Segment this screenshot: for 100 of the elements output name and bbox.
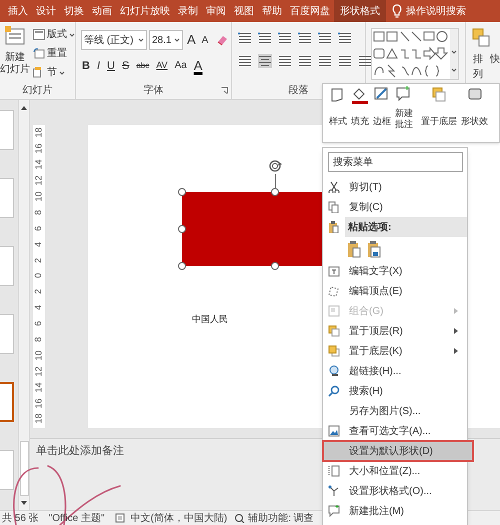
ruler-number: 6	[34, 321, 44, 326]
slide-thumbnail[interactable]	[0, 382, 14, 422]
slide-thumbnail[interactable]	[0, 110, 14, 150]
send-back-icon	[328, 345, 340, 357]
ruler-number: 2	[34, 289, 44, 294]
menu-item[interactable]: 复制(C)	[323, 197, 467, 217]
scissors-icon	[328, 181, 340, 193]
status-text: 中文(简体，中国大陆)	[130, 512, 228, 525]
rotate-icon	[268, 159, 282, 173]
line-spacing-icon	[318, 31, 332, 45]
arrange-button[interactable]: 排列	[472, 52, 484, 82]
grow-font-button[interactable]: A	[185, 30, 198, 50]
ribbon-tab[interactable]: 帮助	[258, 0, 286, 22]
increase-indent-icon	[298, 31, 312, 45]
menu-item[interactable]: 另存为图片(S)...	[323, 401, 467, 421]
format-button[interactable]: AV	[155, 59, 169, 72]
numbering-icon	[258, 31, 272, 45]
resize-handle[interactable]	[178, 262, 186, 270]
ribbon-tab[interactable]: 设计	[32, 0, 60, 22]
ribbon-tab[interactable]: 幻灯片放映	[116, 0, 174, 22]
mini-toolbar-button[interactable]: 边框	[371, 84, 393, 142]
ribbon-tab[interactable]: 形状格式	[334, 0, 386, 22]
new-slide-button[interactable]: 新建 幻灯片	[0, 22, 30, 81]
fill-icon	[351, 86, 369, 104]
status-text: 辅助功能: 调查	[248, 512, 314, 525]
resize-handle[interactable]	[178, 225, 186, 233]
format-brush-icon	[328, 485, 340, 497]
justify-icon	[298, 54, 312, 68]
tell-me-search[interactable]: 操作说明搜索	[406, 4, 466, 18]
mini-toolbar-button[interactable]: 形状效	[459, 84, 490, 142]
submenu-arrow-icon	[453, 307, 459, 315]
slide-thumbnail[interactable]	[0, 314, 14, 354]
ribbon-tab[interactable]: 动画	[88, 0, 116, 22]
slide-thumbnail[interactable]	[0, 246, 14, 286]
ribbon-button[interactable]: 重置	[33, 47, 75, 60]
format-button[interactable]: abc	[135, 60, 150, 72]
group-icon	[328, 305, 340, 317]
ruler-number: 8	[34, 337, 44, 342]
menu-item[interactable]: 编辑顶点(E)	[323, 281, 467, 301]
menu-item[interactable]: 置于顶层(R)	[323, 321, 467, 341]
ruler-number: 0	[34, 273, 44, 278]
menu-item[interactable]: 编辑文字(X)	[323, 261, 467, 281]
shrink-font-button[interactable]: A	[200, 32, 210, 48]
ribbon-tab[interactable]: 切换	[60, 0, 88, 22]
format-button[interactable]: A	[192, 56, 204, 76]
menu-item[interactable]: 置于底层(K)	[323, 341, 467, 361]
submenu-arrow-icon	[453, 347, 459, 355]
ruler-number: 18	[34, 414, 44, 424]
ruler-number: 4	[34, 242, 44, 247]
resize-handle[interactable]	[271, 188, 279, 196]
mini-toolbar-button[interactable]: 新建 批注	[393, 84, 415, 142]
decrease-indent-icon	[278, 31, 292, 45]
ruler-number: 16	[34, 144, 44, 154]
slide-icon	[5, 26, 25, 46]
align-right-icon	[278, 54, 292, 68]
layout-icon	[33, 29, 45, 40]
ruler-number: 2	[34, 258, 44, 263]
ruler-number: 6	[34, 226, 44, 231]
smartart-icon	[358, 54, 372, 68]
format-button[interactable]: B	[81, 58, 91, 74]
resize-handle[interactable]	[271, 262, 279, 270]
paste-option-button[interactable]	[367, 240, 381, 258]
page-icon	[114, 513, 127, 523]
menu-item[interactable]: 大小和位置(Z)...	[323, 461, 467, 481]
font-size-field[interactable]: 28.1	[149, 30, 183, 50]
slide-thumbnail[interactable]	[0, 450, 14, 490]
menu-item[interactable]: 搜索(H)	[323, 381, 467, 401]
ribbon-tab[interactable]: 插入	[4, 0, 32, 22]
mini-toolbar-button[interactable]: 置于底层	[419, 84, 459, 142]
ruler-number: 14	[34, 382, 44, 392]
lightbulb-icon	[392, 4, 402, 18]
slide-thumbnail[interactable]	[0, 178, 14, 218]
menu-item[interactable]: 设置形状格式(O)...	[323, 481, 467, 501]
align-left-icon	[238, 54, 252, 68]
menu-item[interactable]: 剪切(T)	[323, 177, 467, 197]
ribbon-tab[interactable]: 视图	[230, 0, 258, 22]
paste-option-button[interactable]	[347, 240, 361, 258]
ribbon-tab[interactable]: 审阅	[202, 0, 230, 22]
font-name-field[interactable]: 等线 (正文)	[81, 30, 147, 50]
ribbon-tab[interactable]: 百度网盘	[286, 0, 334, 22]
arrange-icon	[472, 28, 490, 48]
ruler-number: 12	[34, 366, 44, 376]
menu-item[interactable]: 设置为默认形状(D)	[323, 441, 473, 461]
ribbon-button[interactable]: 快	[490, 52, 500, 67]
scrollbar-thumb[interactable]	[20, 441, 28, 496]
format-button[interactable]: S	[120, 58, 130, 74]
resize-handle[interactable]	[178, 188, 186, 196]
ribbon-button[interactable]: 版式	[33, 28, 75, 41]
send-back-icon	[430, 86, 448, 104]
ribbon-tab[interactable]: 录制	[174, 0, 202, 22]
format-button[interactable]: U	[106, 58, 116, 74]
search-field[interactable]: 搜索菜单	[328, 152, 463, 172]
menu-section-header: 粘贴选项:	[345, 217, 467, 237]
ribbon-button[interactable]: 节	[33, 66, 75, 79]
dialog-launcher-icon	[221, 87, 228, 94]
mini-toolbar-button[interactable]: 样式	[327, 84, 349, 142]
format-button[interactable]: I	[96, 58, 102, 74]
mini-toolbar-button[interactable]: 填充	[349, 84, 371, 142]
format-button[interactable]: Aa	[174, 58, 188, 74]
menu-item[interactable]: 超链接(H)...	[323, 361, 467, 381]
